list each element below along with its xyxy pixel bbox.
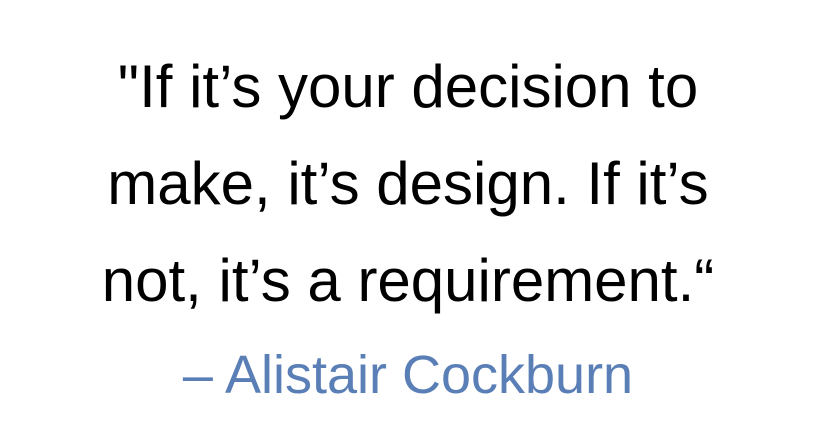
quote-line-1: "If it’s your decision to <box>117 53 699 120</box>
quote-line-2: make, it’s design. If it’s <box>107 150 709 217</box>
quote-line-3: not, it’s a requirement.“ <box>101 247 715 314</box>
attribution: – Alistair Cockburn <box>182 345 634 405</box>
quote: "If it’s your decision to make, it’s des… <box>0 38 816 329</box>
